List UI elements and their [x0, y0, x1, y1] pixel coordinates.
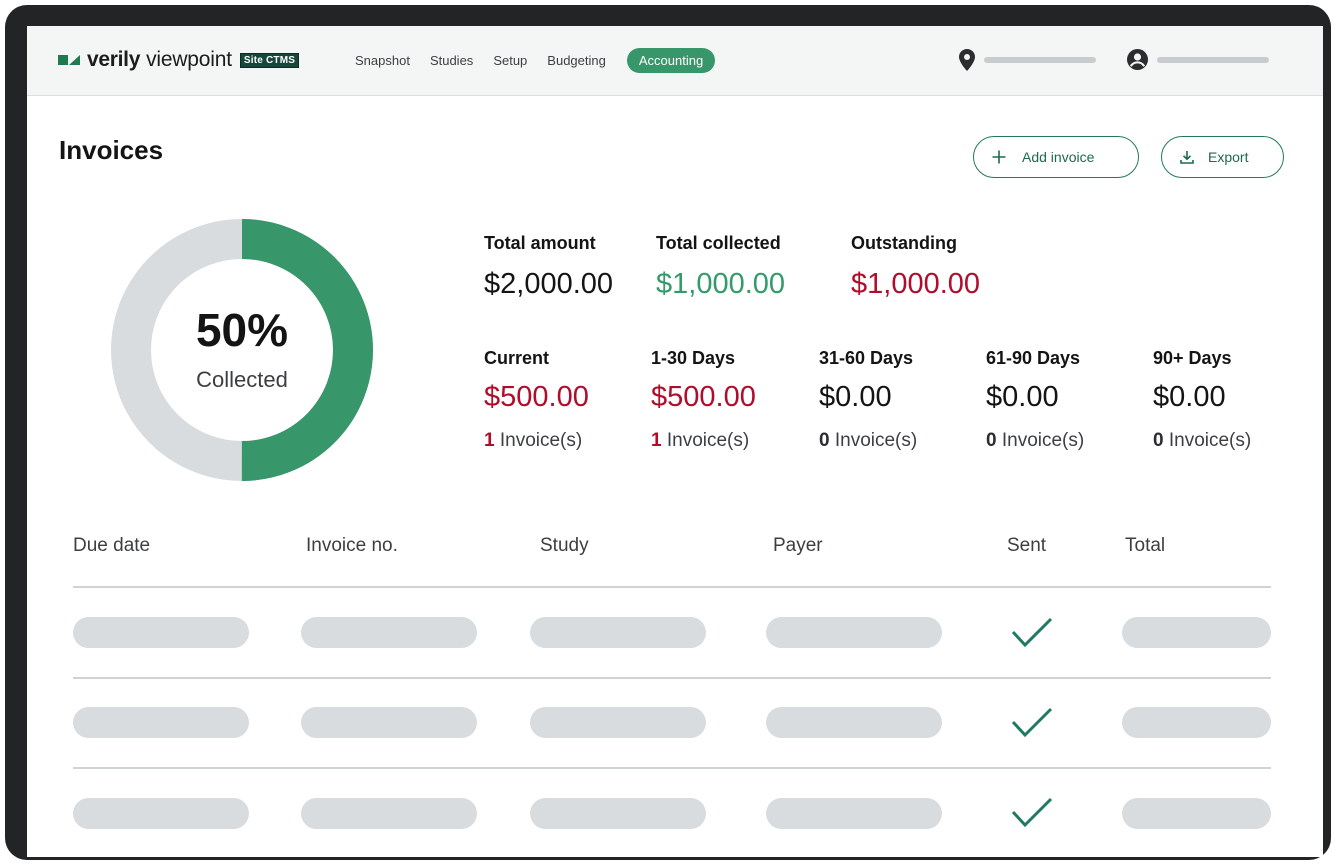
main-nav: Snapshot Studies Setup Budgeting Account…: [355, 48, 735, 73]
aging-count-number: 1: [651, 430, 662, 451]
payer-placeholder: [766, 707, 942, 738]
study-placeholder: [530, 617, 706, 648]
donut-center-label: 50% Collected: [110, 218, 374, 482]
nav-accounting[interactable]: Accounting: [626, 48, 716, 73]
location-selector[interactable]: [959, 49, 1096, 71]
user-menu[interactable]: [1127, 49, 1269, 70]
aging-count-suffix: Invoice(s): [996, 430, 1085, 451]
outstanding-metric: Outstanding $1,000.00: [851, 233, 980, 301]
aging-amount: $0.00: [986, 381, 1059, 413]
aging-61-90: 61-90 Days $0.00 0 Invoice(s): [986, 348, 1084, 452]
total-collected-value: $1,000.00: [656, 268, 786, 300]
outstanding-value: $1,000.00: [851, 268, 981, 300]
aging-label: 61-90 Days: [986, 348, 1081, 368]
aging-count-suffix: Invoice(s): [494, 430, 583, 451]
table-row[interactable]: [27, 768, 1323, 857]
aging-amount: $0.00: [819, 381, 892, 413]
aging-current: Current $500.00 1 Invoice(s): [484, 348, 589, 452]
total-collected-label: Total collected: [656, 233, 781, 253]
invoice-no-placeholder: [301, 617, 477, 648]
aging-count-suffix: Invoice(s): [661, 430, 750, 451]
aging-count-number: 0: [986, 430, 997, 451]
total-collected-metric: Total collected $1,000.00: [656, 233, 785, 301]
verily-logo-mark-icon: [58, 53, 80, 67]
aging-label: 1-30 Days: [651, 348, 736, 368]
column-header-sent[interactable]: Sent: [1007, 535, 1046, 557]
brand-name: verily: [87, 48, 141, 71]
nav-studies[interactable]: Studies: [430, 53, 473, 68]
payer-placeholder: [766, 617, 942, 648]
nav-setup[interactable]: Setup: [493, 53, 527, 68]
aging-90-plus: 90+ Days $0.00 0 Invoice(s): [1153, 348, 1251, 452]
aging-label: 90+ Days: [1153, 348, 1232, 368]
add-invoice-button[interactable]: Add invoice: [973, 136, 1139, 178]
column-header-study[interactable]: Study: [540, 535, 589, 557]
aging-count-number: 0: [819, 430, 830, 451]
table-row[interactable]: [27, 678, 1323, 768]
column-header-payer[interactable]: Payer: [773, 535, 823, 557]
aging-count-suffix: Invoice(s): [829, 430, 918, 451]
outstanding-label: Outstanding: [851, 233, 957, 253]
user-avatar-icon: [1127, 49, 1148, 70]
app-logo[interactable]: verily viewpoint Site CTMS: [58, 48, 300, 72]
page-title: Invoices: [59, 135, 164, 165]
aging-invoice-count: 0 Invoice(s): [1153, 430, 1251, 452]
top-navigation-bar: verily viewpoint Site CTMS Snapshot Stud…: [27, 26, 1323, 96]
study-placeholder: [530, 707, 706, 738]
total-placeholder: [1122, 617, 1271, 648]
column-header-total[interactable]: Total: [1125, 535, 1165, 557]
app-screen: verily viewpoint Site CTMS Snapshot Stud…: [27, 26, 1323, 857]
plus-icon: [992, 150, 1006, 164]
total-amount-value: $2,000.00: [484, 268, 614, 300]
location-placeholder: [984, 57, 1096, 63]
payer-placeholder: [766, 798, 942, 829]
aging-31-60: 31-60 Days $0.00 0 Invoice(s): [819, 348, 917, 452]
due-date-placeholder: [73, 798, 249, 829]
aging-count-number: 1: [484, 430, 495, 451]
column-header-invoice-no[interactable]: Invoice no.: [306, 535, 398, 557]
study-placeholder: [530, 798, 706, 829]
invoice-no-placeholder: [301, 798, 477, 829]
collected-label: Collected: [196, 367, 288, 392]
aging-label: 31-60 Days: [819, 348, 914, 368]
user-name-placeholder: [1157, 56, 1269, 63]
add-invoice-label: Add invoice: [1022, 149, 1095, 165]
percent-collected: 50%: [195, 304, 289, 356]
column-header-due-date[interactable]: Due date: [73, 535, 150, 557]
aging-count-suffix: Invoice(s): [1163, 430, 1252, 451]
location-pin-icon: [959, 49, 975, 71]
export-button[interactable]: Export: [1161, 136, 1284, 178]
due-date-placeholder: [73, 617, 249, 648]
device-frame: verily viewpoint Site CTMS Snapshot Stud…: [5, 5, 1331, 860]
total-amount-label: Total amount: [484, 233, 596, 253]
product-name: viewpoint: [146, 48, 232, 71]
product-badge: Site CTMS: [239, 52, 300, 68]
aging-amount: $500.00: [651, 381, 756, 413]
total-amount-metric: Total amount $2,000.00: [484, 233, 613, 301]
total-placeholder: [1122, 707, 1271, 738]
aging-invoice-count: 1 Invoice(s): [484, 430, 589, 452]
download-icon: [1180, 151, 1194, 164]
aging-label: Current: [484, 348, 550, 368]
aging-amount: $0.00: [1153, 381, 1226, 413]
nav-snapshot[interactable]: Snapshot: [355, 53, 410, 68]
nav-budgeting[interactable]: Budgeting: [547, 53, 606, 68]
sent-check-icon: [1011, 617, 1053, 648]
table-row[interactable]: [27, 587, 1323, 677]
due-date-placeholder: [73, 707, 249, 738]
aging-count-number: 0: [1153, 430, 1164, 451]
sent-check-icon: [1011, 797, 1053, 828]
total-placeholder: [1122, 798, 1271, 829]
aging-invoice-count: 1 Invoice(s): [651, 430, 756, 452]
invoice-no-placeholder: [301, 707, 477, 738]
export-label: Export: [1208, 149, 1249, 165]
aging-invoice-count: 0 Invoice(s): [986, 430, 1084, 452]
aging-invoice-count: 0 Invoice(s): [819, 430, 917, 452]
aging-1-30: 1-30 Days $500.00 1 Invoice(s): [651, 348, 756, 452]
aging-amount: $500.00: [484, 381, 589, 413]
sent-check-icon: [1011, 707, 1053, 738]
